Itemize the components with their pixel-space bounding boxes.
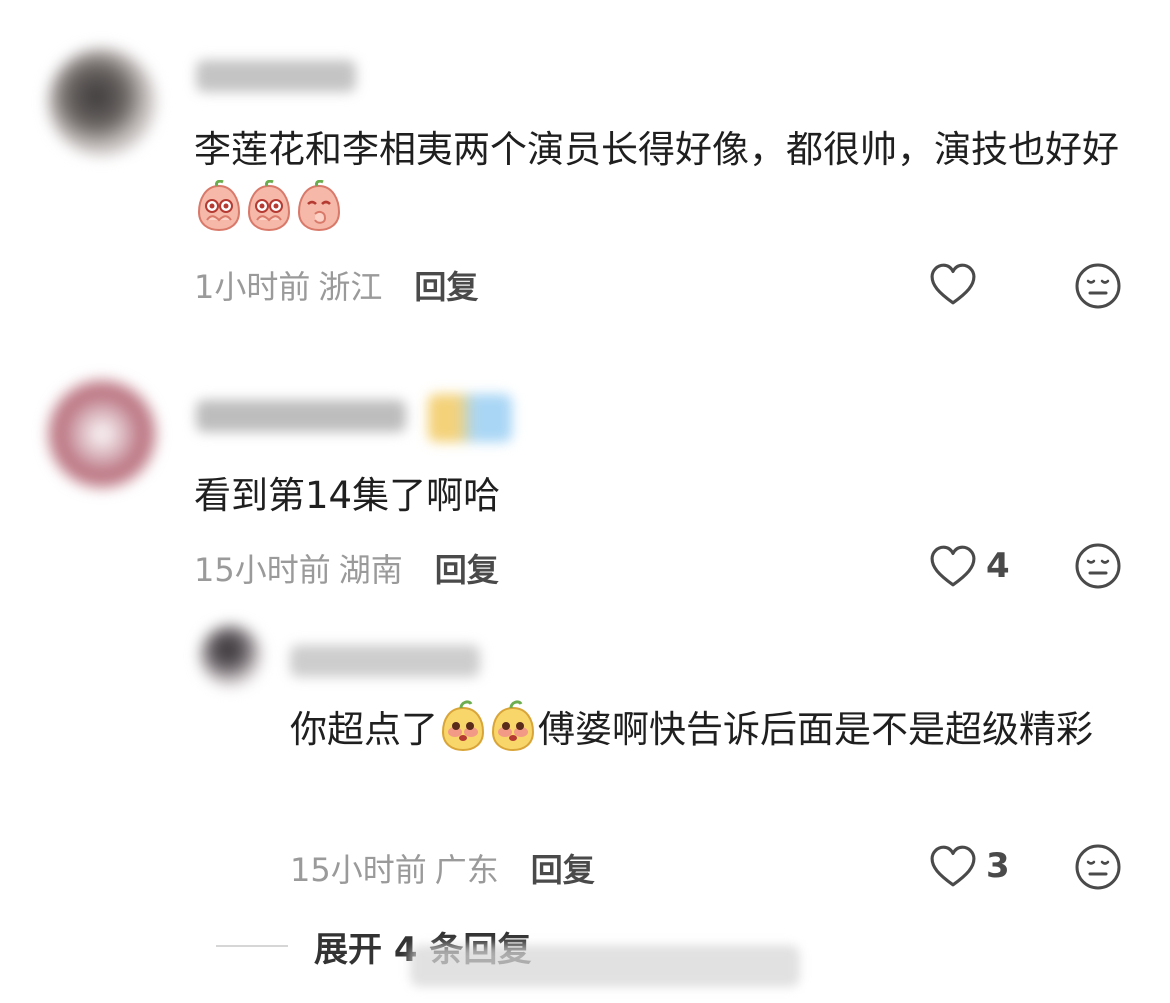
neutral-face-icon[interactable]: [1074, 542, 1122, 590]
like-button[interactable]: 4: [930, 545, 1010, 587]
comment-time: 15小时前: [194, 551, 331, 589]
comment-location: 湖南: [338, 551, 403, 589]
heart-outline-icon: [930, 545, 976, 587]
comment-meta: 1小时前 浙江 回复: [194, 262, 478, 308]
comment-text: 李莲花和李相夷两个演员长得好像，都很帅，演技也好好: [194, 120, 1124, 250]
peach-crying-emoji-icon: [195, 179, 243, 250]
neutral-face-icon[interactable]: [1074, 843, 1122, 891]
reply-button[interactable]: 回复: [414, 268, 478, 306]
like-button[interactable]: 3: [930, 845, 1010, 887]
like-button[interactable]: [930, 263, 986, 305]
reply-button[interactable]: 回复: [435, 551, 499, 589]
lemon-face-emoji-icon: [489, 700, 537, 770]
comment-location: 浙江: [318, 268, 383, 306]
reply-body-end: 傅婆啊快告诉后面是不是超级精彩: [538, 708, 1093, 751]
comment-text: 看到第14集了啊哈: [194, 466, 500, 526]
reply-location: 广东: [434, 851, 499, 889]
expand-divider: [216, 945, 288, 947]
username-blurred[interactable]: [290, 645, 480, 677]
reply-button[interactable]: 回复: [531, 851, 595, 889]
like-count: 4: [986, 546, 1010, 586]
reply-body-start: 你超点了: [290, 708, 438, 751]
avatar[interactable]: [48, 380, 156, 488]
heart-outline-icon: [930, 263, 976, 305]
username-blurred[interactable]: [196, 400, 406, 432]
peach-crying-emoji-icon: [245, 179, 293, 250]
comment-meta: 15小时前 湖南 回复: [194, 545, 499, 591]
peach-thinking-emoji-icon: [295, 179, 343, 250]
reply-text: 你超点了 傅婆啊快告诉后面是不是超级精彩: [290, 700, 1130, 770]
neutral-face-icon[interactable]: [1074, 262, 1122, 310]
reply-time: 15小时前: [290, 851, 427, 889]
heart-outline-icon: [930, 845, 976, 887]
comment-time: 1小时前: [194, 268, 311, 306]
lemon-face-emoji-icon: [439, 700, 487, 770]
avatar[interactable]: [48, 48, 156, 156]
like-count: 3: [986, 846, 1010, 886]
watermark-blurred: [410, 945, 800, 987]
username-blurred[interactable]: [196, 60, 356, 92]
comment-body: 看到第14集了啊哈: [194, 474, 501, 517]
comment-body: 李莲花和李相夷两个演员长得好像，都很帅，演技也好好: [194, 128, 1119, 171]
user-badge-blurred: [428, 394, 512, 442]
avatar[interactable]: [200, 625, 262, 687]
reply-meta: 15小时前 广东 回复: [290, 845, 595, 891]
